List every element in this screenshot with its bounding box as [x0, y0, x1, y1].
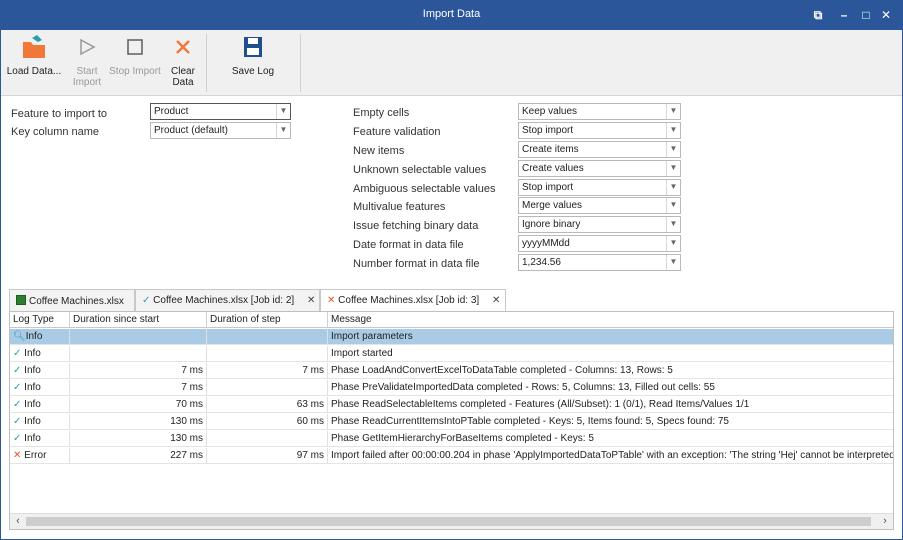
table-row[interactable]: ✓ Info 130 ms 60 ms Phase ReadCurrentIte…: [10, 414, 893, 430]
error-x-icon: ✕: [327, 295, 336, 306]
table-row[interactable]: 🔍︎Info Import parameters: [10, 329, 893, 345]
ambiguous-values-select[interactable]: Stop import ▼: [518, 179, 681, 196]
multivalue-label: Multivalue features: [353, 201, 446, 213]
check-icon: ✓: [13, 416, 22, 427]
restore-icon[interactable]: ⧉: [808, 5, 828, 25]
save-log-button[interactable]: Save Log: [226, 30, 280, 96]
ribbon-separator: [300, 34, 301, 92]
empty-cells-label: Empty cells: [353, 107, 410, 119]
load-data-button[interactable]: Load Data...: [4, 30, 64, 96]
chevron-down-icon[interactable]: ▼: [666, 217, 680, 232]
key-column-label: Key column name: [11, 126, 100, 138]
check-icon: ✓: [13, 399, 22, 410]
scroll-right-icon[interactable]: ›: [878, 515, 892, 527]
chevron-down-icon[interactable]: ▼: [666, 104, 680, 119]
close-tab-icon[interactable]: ✕: [492, 295, 500, 306]
feature-label: Feature to import to: [11, 108, 107, 120]
binary-data-label: Issue fetching binary data: [353, 220, 479, 232]
number-format-select[interactable]: 1,234.56 ▼: [518, 254, 681, 271]
feature-validation-label: Feature validation: [353, 126, 441, 138]
column-header-log-type[interactable]: Log Type: [10, 312, 70, 328]
save-disk-icon: [244, 37, 262, 57]
horizontal-scrollbar[interactable]: ‹ ›: [10, 513, 893, 529]
minimize-button[interactable]: –: [834, 5, 854, 25]
ribbon-separator: [206, 34, 207, 92]
chevron-down-icon[interactable]: ▼: [666, 161, 680, 176]
chevron-down-icon[interactable]: ▼: [276, 104, 290, 119]
table-row[interactable]: ✕ Error 227 ms 97 ms Import failed after…: [10, 448, 893, 464]
chevron-down-icon[interactable]: ▼: [666, 142, 680, 157]
check-icon: ✓: [13, 365, 22, 376]
scroll-left-icon[interactable]: ‹: [11, 515, 25, 527]
ambiguous-values-label: Ambiguous selectable values: [353, 183, 496, 195]
feature-select[interactable]: Product ▼: [150, 103, 291, 120]
unknown-values-select[interactable]: Create values ▼: [518, 160, 681, 177]
stop-icon: [127, 39, 143, 55]
multivalue-select[interactable]: Merge values ▼: [518, 197, 681, 214]
tab-file[interactable]: Coffee Machines.xlsx: [9, 289, 135, 311]
date-format-select[interactable]: yyyyMMdd ▼: [518, 235, 681, 252]
column-header-message[interactable]: Message: [328, 312, 893, 328]
maximize-button[interactable]: □: [856, 5, 876, 25]
scrollbar-thumb[interactable]: [26, 517, 871, 526]
chevron-down-icon[interactable]: ▼: [666, 123, 680, 138]
check-icon: ✓: [13, 348, 22, 359]
unknown-values-label: Unknown selectable values: [353, 164, 487, 176]
chevron-down-icon[interactable]: ▼: [666, 236, 680, 251]
new-items-select[interactable]: Create items ▼: [518, 141, 681, 158]
table-row[interactable]: ✓ Info 7 ms Phase PreValidateImportedDat…: [10, 380, 893, 396]
title-bar: Import Data ⧉ – □ ✕: [0, 0, 903, 30]
chevron-down-icon[interactable]: ▼: [666, 198, 680, 213]
chevron-down-icon[interactable]: ▼: [276, 123, 290, 138]
tab-job-3[interactable]: ✕ Coffee Machines.xlsx [Job id: 3] ✕: [320, 289, 506, 312]
clear-data-button[interactable]: Clear Data: [166, 30, 200, 96]
check-icon: ✓: [13, 382, 22, 393]
folder-open-icon: [23, 35, 45, 58]
magnifier-icon: 🔍︎: [13, 331, 26, 342]
table-row[interactable]: ✓ Info Import started: [10, 346, 893, 362]
close-button[interactable]: ✕: [876, 5, 896, 25]
feature-validation-select[interactable]: Stop import ▼: [518, 122, 681, 139]
stop-import-button[interactable]: Stop Import: [108, 30, 162, 96]
new-items-label: New items: [353, 145, 405, 157]
grid-header: Log Type Duration since start Duration o…: [10, 312, 893, 328]
check-icon: ✓: [142, 295, 151, 306]
clear-x-icon: [176, 40, 190, 54]
table-row[interactable]: ✓ Info 130 ms Phase GetItemHierarchyForB…: [10, 431, 893, 447]
window-title: Import Data: [422, 8, 481, 20]
key-column-select[interactable]: Product (default) ▼: [150, 122, 291, 139]
date-format-label: Date format in data file: [353, 239, 464, 251]
error-x-icon: ✕: [13, 450, 22, 461]
empty-cells-select[interactable]: Keep values ▼: [518, 103, 681, 120]
check-icon: ✓: [13, 433, 22, 444]
number-format-label: Number format in data file: [353, 258, 480, 270]
binary-data-select[interactable]: Ignore binary ▼: [518, 216, 681, 233]
ribbon-toolbar: Load Data... Start Import Stop Import Cl…: [0, 30, 903, 96]
play-icon: [80, 38, 96, 56]
close-tab-icon[interactable]: ✕: [307, 295, 315, 306]
column-header-since-start[interactable]: Duration since start: [70, 312, 207, 328]
table-row[interactable]: ✓ Info 7 ms 7 ms Phase LoadAndConvertExc…: [10, 363, 893, 379]
tab-job-2[interactable]: ✓ Coffee Machines.xlsx [Job id: 2] ✕: [135, 289, 320, 311]
start-import-button[interactable]: Start Import: [68, 30, 106, 96]
chevron-down-icon[interactable]: ▼: [666, 180, 680, 195]
column-header-step[interactable]: Duration of step: [207, 312, 328, 328]
table-row[interactable]: ✓ Info 70 ms 63 ms Phase ReadSelectableI…: [10, 397, 893, 413]
chevron-down-icon[interactable]: ▼: [666, 255, 680, 270]
excel-file-icon: [16, 295, 26, 305]
log-grid[interactable]: Log Type Duration since start Duration o…: [9, 311, 894, 530]
